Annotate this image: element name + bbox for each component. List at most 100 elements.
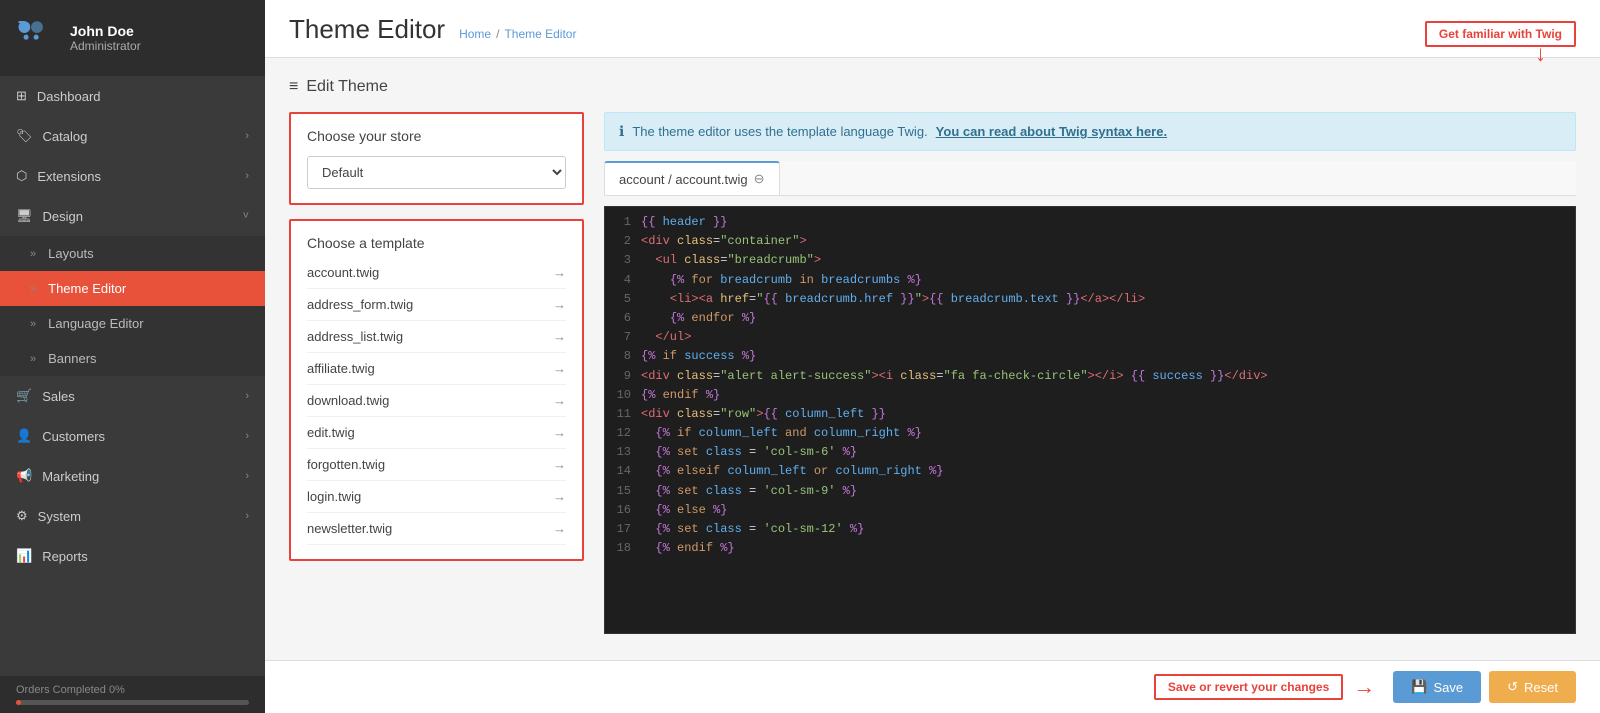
reset-icon: ↺ (1507, 679, 1518, 695)
sidebar-item-catalog[interactable]: 🏷 Catalog › (0, 116, 265, 156)
code-line-13: 13 {% set class = 'col-sm-6' %} (605, 443, 1575, 462)
code-line-8: 8 {% if success %} (605, 347, 1575, 366)
template-item-affiliate[interactable]: affiliate.twig → (307, 353, 566, 385)
reset-button[interactable]: ↺ Reset (1489, 671, 1576, 703)
sales-icon: 🛒 (16, 388, 32, 404)
customers-icon: 👤 (16, 428, 32, 444)
template-name: affiliate.twig (307, 361, 375, 376)
save-callout: Save or revert your changes (1154, 674, 1343, 700)
template-arrow-icon: → (553, 393, 566, 408)
sidebar-item-system[interactable]: ⚙ System › (0, 496, 265, 536)
info-icon: ℹ (619, 123, 624, 140)
template-item-download[interactable]: download.twig → (307, 385, 566, 417)
chevron-right-icon: › (245, 470, 249, 482)
template-arrow-icon: → (553, 489, 566, 504)
breadcrumb-home[interactable]: Home (459, 27, 491, 41)
sidebar-item-dashboard[interactable]: ⊞ Dashboard (0, 76, 265, 116)
progress-bar (16, 700, 249, 705)
dashboard-icon: ⊞ (16, 88, 27, 104)
code-editor[interactable]: 1 {{ header }} 2 <div class="container">… (604, 206, 1576, 634)
sidebar-sub-label: Language Editor (48, 316, 143, 331)
extensions-icon: ⬡ (16, 168, 27, 184)
template-arrow-icon: → (553, 297, 566, 312)
code-line-2: 2 <div class="container"> (605, 232, 1575, 251)
footer-value: 0% (109, 684, 125, 696)
save-callout-arrow: → (1353, 674, 1375, 700)
template-item-login[interactable]: login.twig → (307, 481, 566, 513)
template-name: download.twig (307, 393, 389, 408)
info-text: The theme editor uses the template langu… (632, 124, 927, 139)
store-select[interactable]: Default (307, 156, 566, 189)
user-info: John Doe Administrator (70, 23, 141, 53)
save-button[interactable]: 💾 Save (1393, 671, 1481, 703)
sub-arrow-icon: » (30, 283, 36, 295)
sub-arrow-icon: » (30, 353, 36, 365)
twig-callout: Get familiar with Twig (1425, 21, 1576, 47)
template-item-newsletter[interactable]: newsletter.twig → (307, 513, 566, 545)
template-list: account.twig → address_form.twig → addre… (307, 257, 566, 545)
template-arrow-icon: → (553, 265, 566, 280)
catalog-icon: 🏷 (16, 128, 33, 144)
sidebar-item-banners[interactable]: » Banners (0, 341, 265, 376)
template-item-address-list[interactable]: address_list.twig → (307, 321, 566, 353)
save-callout-wrap: Save or revert your changes → (1154, 674, 1375, 700)
template-name: address_list.twig (307, 329, 403, 344)
close-icon[interactable]: ⊖ (754, 171, 765, 187)
template-item-edit[interactable]: edit.twig → (307, 417, 566, 449)
content-area: ≡ Edit Theme Choose your store Default C… (265, 58, 1600, 660)
template-box: Choose a template account.twig → address… (289, 219, 584, 561)
code-line-17: 17 {% set class = 'col-sm-12' %} (605, 520, 1575, 539)
save-label: Save (1433, 680, 1463, 695)
breadcrumb-current[interactable]: Theme Editor (504, 27, 576, 41)
user-name: John Doe (70, 23, 141, 39)
template-name: address_form.twig (307, 297, 413, 312)
sidebar-item-theme-editor[interactable]: » Theme Editor (0, 271, 265, 306)
template-arrow-icon: → (553, 425, 566, 440)
content-grid: Choose your store Default Choose a templ… (289, 112, 1576, 634)
code-line-16: 16 {% else %} (605, 501, 1575, 520)
twig-syntax-link[interactable]: You can read about Twig syntax here. (936, 124, 1167, 139)
sidebar-item-reports[interactable]: 📊 Reports (0, 536, 265, 576)
sidebar-item-extensions[interactable]: ⬡ Extensions › (0, 156, 265, 196)
edit-theme-icon: ≡ (289, 78, 298, 96)
store-box: Choose your store Default (289, 112, 584, 205)
sub-arrow-icon: » (30, 318, 36, 330)
sidebar-item-marketing[interactable]: 📢 Marketing › (0, 456, 265, 496)
sidebar-item-customers[interactable]: 👤 Customers › (0, 416, 265, 456)
sub-arrow-icon: » (30, 248, 36, 260)
chevron-right-icon: › (245, 430, 249, 442)
sidebar-item-label: System (38, 509, 236, 524)
marketing-icon: 📢 (16, 468, 32, 484)
template-item-address-form[interactable]: address_form.twig → (307, 289, 566, 321)
reports-icon: 📊 (16, 548, 32, 564)
page-header: Theme Editor Home / Theme Editor Get fam… (265, 0, 1600, 58)
template-item-forgotten[interactable]: forgotten.twig → (307, 449, 566, 481)
system-icon: ⚙ (16, 508, 28, 524)
tab-bar: account / account.twig ⊖ (604, 161, 1576, 196)
info-bar: ℹ The theme editor uses the template lan… (604, 112, 1576, 151)
sidebar-item-language-editor[interactable]: » Language Editor (0, 306, 265, 341)
footer-label: Orders Completed (16, 684, 106, 696)
code-line-9: 9 <div class="alert alert-success"><i cl… (605, 367, 1575, 386)
sidebar-item-label: Marketing (42, 469, 235, 484)
design-icon: 🖥 (16, 208, 33, 224)
template-box-title: Choose a template (307, 235, 566, 251)
code-line-4: 4 {% for breadcrumb in breadcrumbs %} (605, 271, 1575, 290)
section-title-text: Edit Theme (306, 78, 388, 96)
store-box-title: Choose your store (307, 128, 566, 144)
template-arrow-icon: → (553, 361, 566, 376)
sidebar-item-sales[interactable]: 🛒 Sales › (0, 376, 265, 416)
sidebar: John Doe Administrator ⊞ Dashboard 🏷 Cat… (0, 0, 265, 713)
template-item-account[interactable]: account.twig → (307, 257, 566, 289)
bottom-bar: Save or revert your changes → 💾 Save ↺ R… (265, 660, 1600, 713)
design-submenu: » Layouts » Theme Editor » Language Edit… (0, 236, 265, 376)
code-line-18: 18 {% endif %} (605, 539, 1575, 558)
tab-label: account / account.twig (619, 172, 748, 187)
sidebar-item-design[interactable]: 🖥 Design ˅ (0, 196, 265, 236)
sidebar-header: John Doe Administrator (0, 0, 265, 76)
sidebar-item-label: Reports (42, 549, 249, 564)
reset-label: Reset (1524, 680, 1558, 695)
tab-account-twig[interactable]: account / account.twig ⊖ (604, 161, 780, 195)
sidebar-item-layouts[interactable]: » Layouts (0, 236, 265, 271)
template-arrow-icon: → (553, 521, 566, 536)
